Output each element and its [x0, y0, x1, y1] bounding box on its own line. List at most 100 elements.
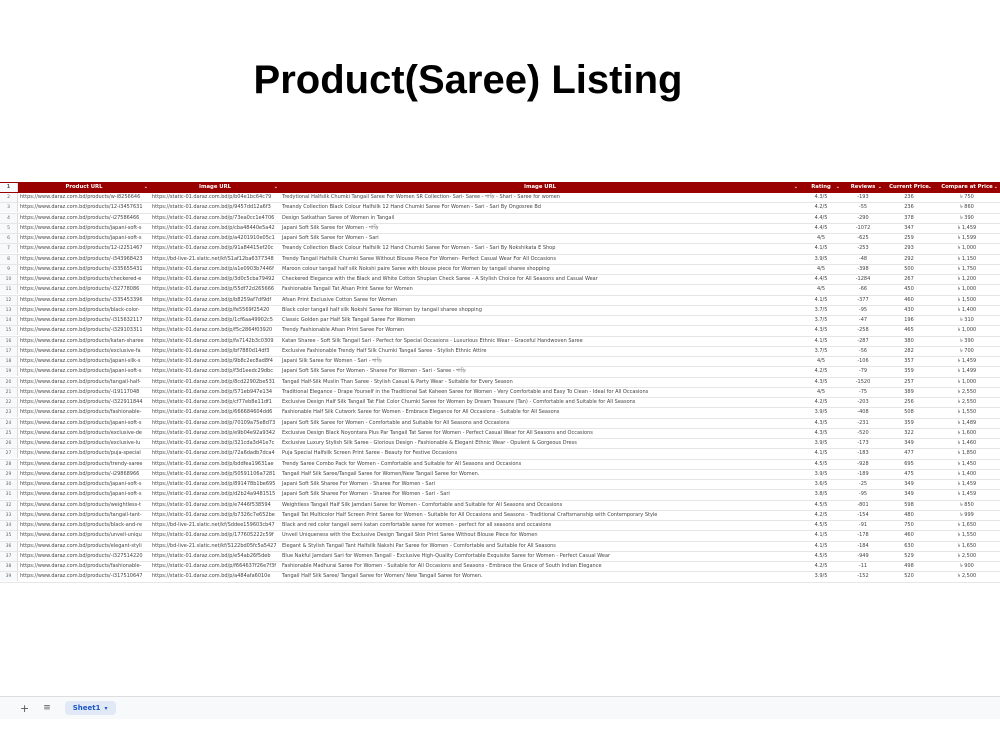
table-cell[interactable]: https://www.daraz.com.bd/products/black-… [18, 306, 150, 315]
table-cell[interactable]: Puja Special Halfsilk Screen Print Saree… [280, 449, 800, 458]
table-cell[interactable]: Fashionable Madhurai Saree For Women - S… [280, 562, 800, 571]
table-cell[interactable]: https://www.daraz.com.bd/products/black-… [18, 521, 150, 530]
table-cell[interactable]: https://bd-live-21.slatic.net/kf/S1af12b… [150, 255, 280, 264]
row-number[interactable]: 38 [0, 562, 18, 572]
table-cell[interactable]: Exclusive Luxury Stylish Silk Saree - Gl… [280, 439, 800, 448]
table-cell[interactable]: -183 [842, 449, 884, 458]
table-cell[interactable]: 4.2/5 [800, 511, 842, 520]
row-number-1[interactable]: 1 [0, 182, 18, 192]
table-cell[interactable]: ৳ 1,000 [934, 244, 1000, 253]
table-cell[interactable]: -408 [842, 408, 884, 417]
table-cell[interactable]: https://static-01.daraz.com.bd/p/571eb94… [150, 388, 280, 397]
row-number[interactable]: 33 [0, 510, 18, 520]
table-cell[interactable]: -79 [842, 367, 884, 376]
table-cell[interactable]: ৳ 310 [934, 316, 1000, 325]
column-header[interactable]: Reviews ⌄ [842, 183, 884, 192]
table-cell[interactable]: ৳ 1,459 [934, 224, 1000, 233]
table-cell[interactable]: https://static-01.daraz.com.bd/p/bddfea1… [150, 460, 280, 469]
table-cell[interactable]: https://www.daraz.com.bd/products/japani… [18, 419, 150, 428]
table-cell[interactable]: ৳ 1,459 [934, 480, 1000, 489]
row-number[interactable]: 2 [0, 193, 18, 203]
table-cell[interactable]: -203 [842, 398, 884, 407]
table-cell[interactable]: 475 [884, 470, 934, 479]
row-number[interactable]: 22 [0, 398, 18, 408]
table-cell[interactable]: Exclusive Fashionable Trendy Half Silk C… [280, 347, 800, 356]
table-cell[interactable]: 3.9/5 [800, 439, 842, 448]
table-cell[interactable]: -184 [842, 542, 884, 551]
table-cell[interactable]: 695 [884, 460, 934, 469]
column-header[interactable]: Image URL ⌄ [280, 183, 800, 192]
table-cell[interactable]: -25 [842, 480, 884, 489]
table-cell[interactable]: https://www.daraz.com.bd/products/japani… [18, 490, 150, 499]
table-cell[interactable]: https://www.daraz.com.bd/products/japani… [18, 357, 150, 366]
row-number[interactable]: 15 [0, 326, 18, 336]
table-cell[interactable]: Tangail Half Silk Saree/Tangail Saree fo… [280, 470, 800, 479]
table-cell[interactable]: ৳ 2,500 [934, 552, 1000, 561]
table-cell[interactable]: Japani Soft Silk Saree For Women - Share… [280, 367, 800, 376]
table-cell[interactable]: https://static-01.daraz.com.bd/p/1cf6aa4… [150, 316, 280, 325]
table-cell[interactable]: Tangail Half Silk Saree/ Tangail Saree f… [280, 572, 800, 581]
table-cell[interactable]: https://static-01.daraz.com.bd/p/cf77eb8… [150, 398, 280, 407]
table-cell[interactable]: 349 [884, 480, 934, 489]
table-cell[interactable]: -801 [842, 501, 884, 510]
table-cell[interactable]: 236 [884, 203, 934, 212]
table-cell[interactable]: ৳ 1,200 [934, 275, 1000, 284]
table-cell[interactable]: ৳ 1,489 [934, 419, 1000, 428]
table-cell[interactable]: https://static-01.daraz.com.bd/p/b7326c7… [150, 511, 280, 520]
table-cell[interactable]: 480 [884, 511, 934, 520]
row-number[interactable]: 17 [0, 346, 18, 356]
table-cell[interactable]: https://www.daraz.com.bd/products/elegan… [18, 542, 150, 551]
table-cell[interactable]: 450 [884, 285, 934, 294]
row-number[interactable]: 7 [0, 244, 18, 254]
table-cell[interactable]: 4/5 [800, 285, 842, 294]
row-number[interactable]: 9 [0, 264, 18, 274]
row-number[interactable]: 20 [0, 377, 18, 387]
table-cell[interactable]: https://www.daraz.com.bd/products/-i1911… [18, 388, 150, 397]
table-cell[interactable]: -398 [842, 265, 884, 274]
table-cell[interactable]: Tangail Tat Multicolor Half Screen Print… [280, 511, 800, 520]
column-header[interactable]: Compare at Price ⌄ [934, 183, 1000, 192]
table-cell[interactable]: 430 [884, 306, 934, 315]
table-cell[interactable]: -1072 [842, 224, 884, 233]
row-number[interactable]: 28 [0, 459, 18, 469]
table-cell[interactable]: https://www.daraz.com.bd/products/fashio… [18, 562, 150, 571]
table-cell[interactable]: https://www.daraz.com.bd/products/tangai… [18, 511, 150, 520]
table-cell[interactable]: ৳ 1,750 [934, 265, 1000, 274]
row-number[interactable]: 21 [0, 387, 18, 397]
table-cell[interactable]: 3.9/5 [800, 255, 842, 264]
spreadsheet-grid[interactable]: 1 Product URL ⌄ Image URL ⌄ Image URL ⌄ Rating… [0, 182, 1000, 696]
table-cell[interactable]: https://static-01.daraz.com.bd/p/70109a7… [150, 419, 280, 428]
table-cell[interactable]: Maroon colour tangail half silk Nokshi p… [280, 265, 800, 274]
table-cell[interactable]: Exclusive Design Black Noyontara Plus Pa… [280, 429, 800, 438]
table-cell[interactable]: 236 [884, 193, 934, 202]
table-cell[interactable]: https://static-01.daraz.com.bd/p/a484afa… [150, 572, 280, 581]
table-cell[interactable]: https://www.daraz.com.bd/products/exclus… [18, 347, 150, 356]
table-cell[interactable]: Traditional Elegance - Drape Yourself in… [280, 388, 800, 397]
table-cell[interactable]: https://static-01.daraz.com.bd/p/a1e0903… [150, 265, 280, 274]
table-cell[interactable]: ৳ 1,460 [934, 439, 1000, 448]
table-cell[interactable]: https://www.daraz.com.bd/products/unveil… [18, 531, 150, 540]
table-cell[interactable]: 357 [884, 357, 934, 366]
chevron-down-icon[interactable]: ⌄ [274, 183, 278, 192]
table-cell[interactable]: 293 [884, 244, 934, 253]
table-cell[interactable]: https://static-01.daraz.com.bd/p/a420191… [150, 234, 280, 243]
table-cell[interactable]: ৳ 900 [934, 562, 1000, 571]
table-cell[interactable]: Weightless Tangail Half Silk Jamdani Sar… [280, 501, 800, 510]
table-cell[interactable]: https://www.daraz.com.bd/products/japani… [18, 224, 150, 233]
row-number[interactable]: 34 [0, 521, 18, 531]
table-cell[interactable]: -66 [842, 285, 884, 294]
chevron-down-icon[interactable]: ⌄ [144, 183, 148, 192]
chevron-down-icon[interactable]: ⌄ [994, 183, 998, 192]
table-cell[interactable]: -173 [842, 439, 884, 448]
table-cell[interactable]: Black color tangail half silk Nokshi Sar… [280, 306, 800, 315]
table-cell[interactable]: ৳ 1,850 [934, 449, 1000, 458]
row-number[interactable]: 31 [0, 490, 18, 500]
table-cell[interactable]: ৳ 1,550 [934, 531, 1000, 540]
table-cell[interactable]: 3.9/5 [800, 470, 842, 479]
table-cell[interactable]: -178 [842, 531, 884, 540]
table-cell[interactable]: Trendy Fashionable Afsan Print Saree For… [280, 326, 800, 335]
column-header[interactable]: Image URL ⌄ [150, 183, 280, 192]
chevron-down-icon[interactable]: ⌄ [878, 183, 882, 192]
table-cell[interactable]: https://static-01.daraz.com.bd/p/b04e1bc… [150, 193, 280, 202]
row-number[interactable]: 23 [0, 408, 18, 418]
